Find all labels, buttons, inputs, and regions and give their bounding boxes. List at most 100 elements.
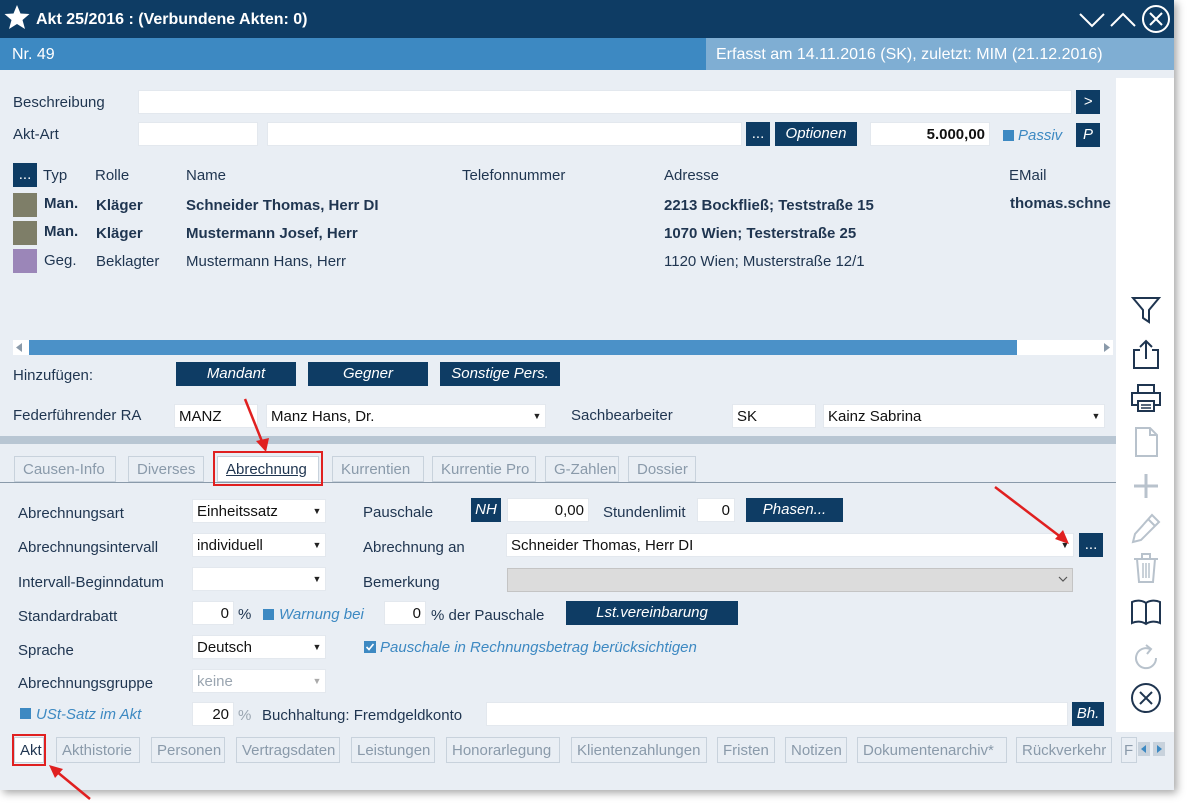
scroll-right-icon[interactable] [1102,343,1111,352]
phasen-button[interactable]: Phasen... [746,498,843,522]
pauschale-input[interactable]: 0,00 [507,498,589,522]
add-gegner-button[interactable]: Gegner [308,362,428,386]
stundenlimit-input[interactable]: 0 [697,498,735,522]
bottom-tab-vertragsdaten[interactable]: Vertragsdaten [236,737,340,763]
scroll-left-icon[interactable] [15,343,24,352]
aktart-code-input[interactable] [138,122,258,146]
abrechnungsintervall-label: Abrechnungsintervall [18,539,159,556]
tab-dossier[interactable]: Dossier [628,456,696,482]
new-document-icon[interactable] [1130,426,1162,458]
row-email: thomas.schne [1010,195,1111,212]
bottom-tab-leistungen[interactable]: Leistungen [351,737,435,763]
abrechnungsart-select[interactable]: Einheitssatz ▼ [192,499,326,523]
tab-kurrentien[interactable]: Kurrentien [332,456,424,482]
persons-dots-button[interactable]: ... [13,163,37,187]
tabs-scroll-right-icon[interactable] [1153,742,1165,756]
beschreibung-input[interactable] [138,90,1072,114]
bottom-tab-rueckverkehr[interactable]: Rückverkehr [1016,737,1112,763]
p-button[interactable]: P [1076,123,1100,147]
bottom-tab-dokumentenarchiv[interactable]: Dokumentenarchiv* [857,737,1007,763]
persons-scrollbar[interactable] [13,340,1113,355]
abrechnungsart-value: Einheitssatz [197,503,278,520]
tab-diverses[interactable]: Diverses [128,456,204,482]
abrechnungsintervall-select[interactable]: individuell ▼ [192,533,326,557]
row-name: Schneider Thomas, Herr DI [186,197,379,214]
col-email: EMail [1009,167,1047,184]
bottom-tab-more[interactable]: F [1121,737,1137,763]
chevron-down-icon[interactable] [1077,4,1107,34]
scrollbar-thumb[interactable] [29,340,1017,355]
book-icon[interactable] [1130,596,1162,628]
buchhaltung-input[interactable] [486,702,1068,726]
tabs-scroll-left-icon[interactable] [1138,742,1150,756]
add-sonstige-button[interactable]: Sonstige Pers. [440,362,560,386]
row-adresse: 1120 Wien; Musterstraße 12/1 [664,253,865,270]
chevron-down-icon [1058,576,1068,582]
filter-icon[interactable] [1130,294,1162,326]
chevron-up-icon[interactable] [1108,4,1138,34]
sprache-value: Deutsch [197,639,253,656]
bottom-tab-klientenzahlungen[interactable]: Klientenzahlungen [571,737,707,763]
passiv-checkbox[interactable] [1003,130,1014,141]
bemerkung-select[interactable] [507,568,1073,592]
abrechnung-an-select[interactable]: Schneider Thomas, Herr DI ▼ [506,533,1074,557]
aktart-desc-input[interactable] [267,122,742,146]
warnung-input[interactable]: 0 [384,601,426,625]
ra-code-input[interactable]: MANZ [174,404,258,428]
add-mandant-button[interactable]: Mandant [176,362,296,386]
bottom-tab-honorarlegung[interactable]: Honorarlegung [446,737,560,763]
pauschale-label: Pauschale [363,504,434,521]
edit-pencil-icon[interactable] [1130,512,1162,544]
sprache-select[interactable]: Deutsch ▼ [192,635,326,659]
betrag-input[interactable]: 5.000,00 [870,122,990,146]
person-type-swatch [13,193,37,217]
bh-button[interactable]: Bh. [1072,702,1104,726]
beschreibung-go-button[interactable]: > [1076,90,1100,114]
ust-label: USt-Satz im Akt [36,706,142,723]
row-typ: Geg. [44,252,77,269]
abrechnungsgruppe-select[interactable]: keine ▼ [192,669,326,693]
abrechnung-an-dots-button[interactable]: ... [1079,533,1103,557]
dropdown-arrow-icon: ▼ [532,411,542,421]
bottom-tab-fristen[interactable]: Fristen [717,737,775,763]
close-window-icon[interactable] [1141,4,1171,34]
dropdown-arrow-icon: ▼ [312,574,322,584]
share-icon[interactable] [1130,338,1162,370]
aktart-label: Akt-Art [13,126,59,143]
sachbearbeiter-code-input[interactable]: SK [732,404,816,428]
print-icon[interactable] [1130,382,1162,414]
optionen-button[interactable]: Optionen [775,122,857,146]
sachbearbeiter-select[interactable]: Kainz Sabrina ▼ [823,404,1105,428]
tab-kurrentie-pro[interactable]: Kurrentie Pro [432,456,536,482]
ust-checkbox[interactable] [20,708,31,719]
dropdown-arrow-icon: ▼ [312,540,322,550]
bottom-tab-notizen[interactable]: Notizen [785,737,847,763]
highlight-akt-tab [12,734,46,766]
trash-icon[interactable] [1130,552,1162,584]
warnung-checkbox[interactable] [263,609,274,620]
tab-causen-info[interactable]: Causen-Info [14,456,116,482]
add-icon[interactable] [1130,470,1162,502]
cancel-icon[interactable] [1130,682,1162,714]
pauschale-checkbox[interactable] [364,641,376,653]
col-rolle: Rolle [95,167,130,184]
col-name: Name [186,167,227,184]
row-name: Mustermann Hans, Herr [186,253,347,270]
hinzufuegen-label: Hinzufügen: [13,367,94,384]
passiv-label: Passiv [1018,127,1063,144]
nh-button[interactable]: NH [471,498,501,522]
bottom-tab-akthistorie[interactable]: Akthistorie [56,737,140,763]
tab-g-zahlen[interactable]: G-Zahlen [545,456,619,482]
bottom-tab-personen[interactable]: Personen [151,737,225,763]
title-bar: Akt 25/2016 : (Verbundene Akten: 0) [0,0,1174,38]
intervall-beginndatum-select[interactable]: ▼ [192,567,326,591]
standardrabatt-input[interactable]: 0 [192,601,234,625]
ra-select[interactable]: Manz Hans, Dr. ▼ [266,404,546,428]
refresh-icon[interactable] [1130,642,1162,674]
ust-input[interactable]: 20 [192,702,234,726]
lst-vereinbarung-button[interactable]: Lst.vereinbarung [566,601,738,625]
favorite-star-icon[interactable] [3,3,31,31]
beschreibung-label: Beschreibung [13,94,105,111]
aktart-dots-button[interactable]: ... [746,122,770,146]
window-title: Akt 25/2016 : (Verbundene Akten: 0) [36,11,308,28]
